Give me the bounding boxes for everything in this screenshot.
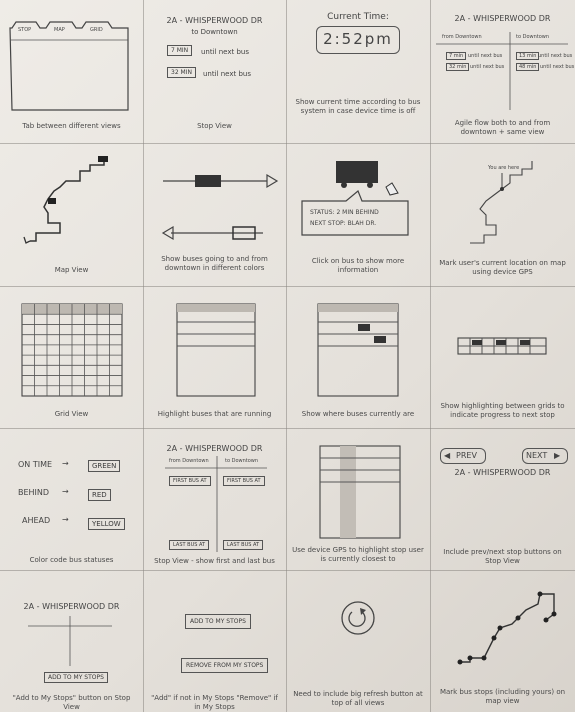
sketch-highlight-running: Highlight buses that are running: [143, 286, 286, 428]
countdown-text: until next bus: [203, 70, 251, 78]
caption: Agile flow both to and from downtown + s…: [454, 119, 551, 136]
caption: Show highlighting between grids to indic…: [440, 402, 565, 419]
sketch-bus-info: STATUS: 2 MIN BEHIND NEXT STOP: BLAH DR.…: [286, 143, 430, 286]
sketch-map-view: Map View: [0, 143, 143, 286]
sketch-dual-direction: 2A - WHISPERWOOD DR from Downtown to Dow…: [430, 0, 575, 143]
prev-label: PREV: [456, 451, 477, 460]
status-badge: RED: [88, 489, 111, 501]
countdown-badge: 13 min: [516, 52, 540, 60]
countdown-text: until next bus: [538, 53, 573, 59]
stop-subtitle: to Downtown: [191, 28, 238, 36]
caption: Grid View: [54, 410, 89, 418]
bus-next-stop: NEXT STOP: BLAH DR.: [310, 220, 377, 227]
sketch-status-colors: ON TIME → GREEN BEHIND → RED AHEAD → YEL…: [0, 428, 143, 570]
sketch-user-location: You are here Mark user's current locatio…: [430, 143, 575, 286]
caption: Click on bus to show more information: [311, 257, 405, 274]
sketch-add-stop: 2A - WHISPERWOOD DR ADD TO MY STOPS "Add…: [0, 570, 143, 712]
add-stop-divider: [28, 616, 112, 666]
caption: Need to include big refresh button at to…: [293, 690, 423, 707]
caption: Show buses going to and from downtown in…: [161, 255, 268, 272]
bus-status: STATUS: 2 MIN BEHIND: [310, 209, 379, 216]
sketch-direction-buses: Show buses going to and from downtown in…: [143, 143, 286, 286]
arrow-icon: →: [62, 459, 69, 468]
countdown-text: until next bus: [468, 53, 503, 59]
grid-drawing: [21, 303, 123, 397]
caption: Show current time according to bus syste…: [295, 98, 421, 115]
first-bus-badge: FIRST BUS AT: [169, 476, 211, 486]
last-bus-badge: LAST BUS AT: [169, 540, 210, 550]
tab-grid[interactable]: GRID: [90, 27, 103, 33]
add-to-my-stops-button[interactable]: ADD TO MY STOPS: [185, 614, 251, 629]
countdown-text: until next bus: [470, 64, 505, 70]
status-badge: YELLOW: [88, 518, 125, 530]
time-label: Current Time:: [327, 12, 389, 22]
status-label: BEHIND: [18, 488, 50, 497]
sketch-current-time: Current Time: 2:52pm Show current time a…: [286, 0, 430, 143]
caption: Color code bus statuses: [29, 556, 114, 564]
caption: Stop View: [197, 122, 232, 130]
remove-from-my-stops-button[interactable]: REMOVE FROM MY STOPS: [181, 658, 269, 673]
caption: Mark bus stops (including yours) on map …: [439, 688, 566, 705]
from-downtown-head: from Downtown: [442, 34, 482, 40]
caption: "Add" if not in My Stops "Remove" if in …: [151, 694, 278, 711]
countdown-badge: 7 min: [446, 52, 467, 60]
sketch-bus-stops-map: Mark bus stops (including yours) on map …: [430, 570, 575, 712]
stop-title: 2A - WHISPERWOOD DR: [166, 16, 263, 25]
route-map-drawing: [23, 156, 108, 244]
sketch-tabs: STOP MAP GRID Tab between different view…: [0, 0, 143, 143]
sketch-first-last-bus: 2A - WHISPERWOOD DR from Downtown to Dow…: [143, 428, 286, 570]
prev-arrow-icon: ◀: [444, 451, 451, 460]
current-time: 2:52pm: [323, 30, 393, 48]
countdown-badge: 32 min: [446, 63, 470, 71]
tab-stop[interactable]: STOP: [18, 27, 31, 33]
first-last-divider: [165, 456, 267, 552]
caption: Stop View - show first and last bus: [154, 557, 275, 565]
sketch-stop-view: 2A - WHISPERWOOD DR to Downtown 7 MIN un…: [143, 0, 286, 143]
caption: Map View: [54, 266, 89, 274]
arrow-icon: →: [62, 515, 69, 524]
next-label: NEXT: [526, 451, 548, 460]
sketch-bus-positions: Show where buses currently are: [286, 286, 430, 428]
to-downtown-head: to Downtown: [516, 34, 550, 40]
next-arrow-icon: ▶: [554, 451, 561, 460]
caption: Mark user's current location on map usin…: [439, 259, 566, 276]
caption: "Add to My Stops" button on Stop View: [12, 694, 131, 711]
sketch-progress-strip: Show highlighting between grids to indic…: [430, 286, 575, 428]
tab-map[interactable]: MAP: [54, 27, 65, 33]
caption: Include prev/next stop buttons on Stop V…: [443, 548, 562, 565]
first-bus-badge: FIRST BUS AT: [223, 476, 265, 486]
status-label: ON TIME: [18, 460, 53, 469]
add-to-my-stops-button[interactable]: ADD TO MY STOPS: [44, 672, 108, 683]
caption: Tab between different views: [22, 122, 121, 130]
countdown-badge: 48 min: [516, 63, 540, 71]
status-badge: GREEN: [88, 460, 121, 472]
sketch-prev-next: ◀ PREV NEXT ▶ 2A - WHISPERWOOD DR Includ…: [430, 428, 575, 570]
sketch-add-remove: ADD TO MY STOPS REMOVE FROM MY STOPS "Ad…: [143, 570, 286, 712]
caption: Use device GPS to highlight stop user is…: [292, 546, 424, 563]
status-label: AHEAD: [22, 516, 51, 525]
bus-positions-drawing: [317, 303, 399, 397]
arrow-icon: →: [62, 487, 69, 496]
caption: Show where buses currently are: [301, 410, 415, 418]
stop-title: 2A - WHISPERWOOD DR: [454, 468, 551, 477]
sketch-sheet: STOP MAP GRID Tab between different view…: [0, 0, 575, 712]
countdown-text: until next bus: [201, 48, 249, 56]
sketch-refresh: Need to include big refresh button at to…: [286, 570, 430, 712]
caption: Highlight buses that are running: [157, 410, 272, 418]
sketch-grid-view: Grid View: [0, 286, 143, 428]
countdown-badge: 32 MIN: [167, 67, 196, 78]
sketch-nearest-stop: Use device GPS to highlight stop user is…: [286, 428, 430, 570]
running-buses-drawing: [176, 303, 256, 397]
last-bus-badge: LAST BUS AT: [223, 540, 264, 550]
countdown-badge: 7 MIN: [167, 45, 193, 56]
countdown-text: until next bus: [540, 64, 575, 70]
